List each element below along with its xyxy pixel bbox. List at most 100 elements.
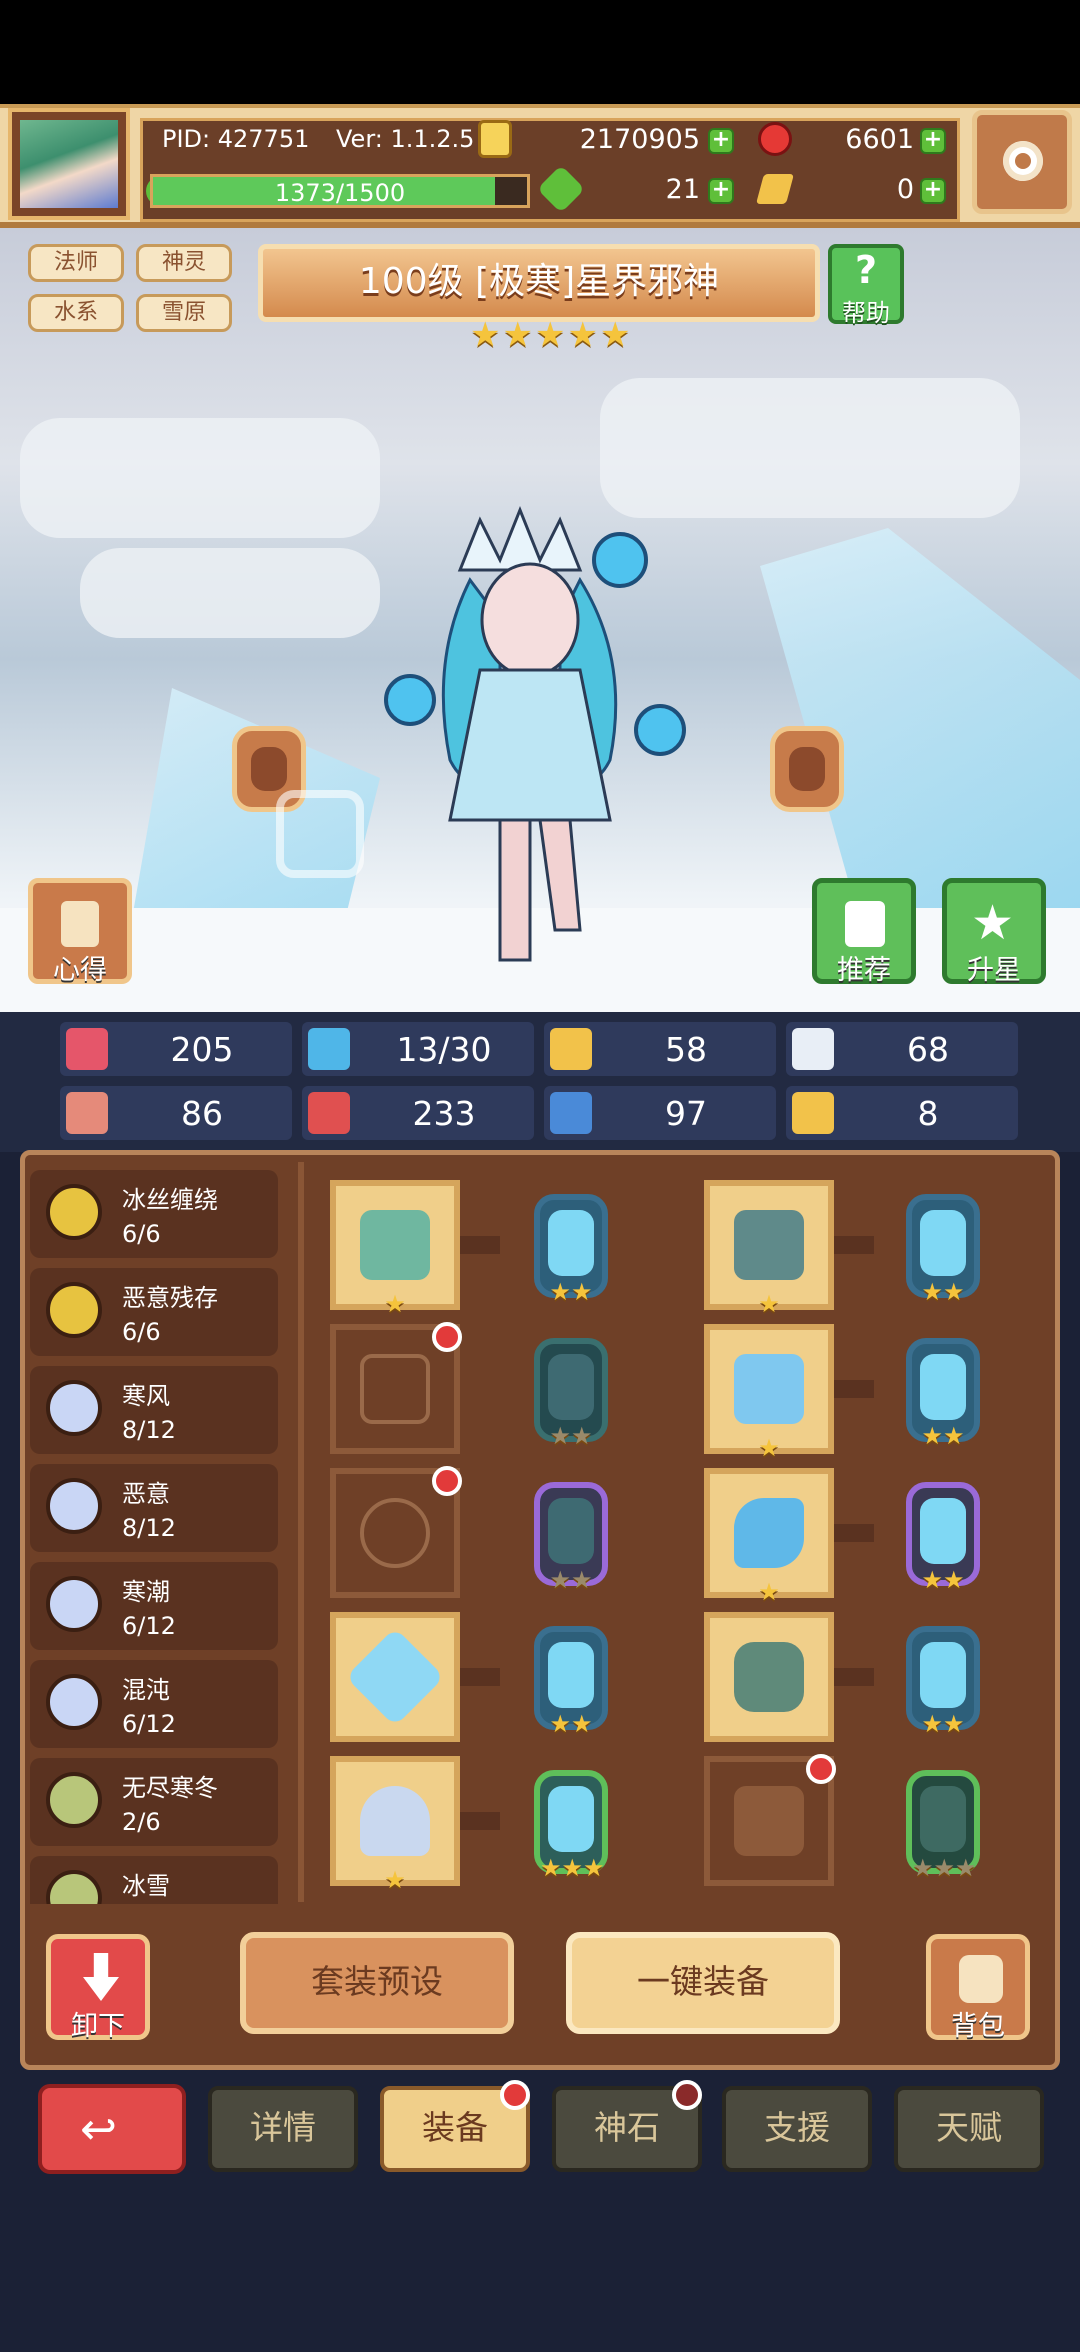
cloak-slot[interactable]: ★ xyxy=(704,1180,834,1318)
stat-defense: 58 xyxy=(544,1022,776,1076)
upstar-label: 升星 xyxy=(967,955,1021,986)
recommend-button[interactable]: 推荐 xyxy=(812,878,916,986)
ice-wave-icon xyxy=(734,1498,804,1568)
gear-icon xyxy=(1003,141,1043,181)
gem-slot[interactable]: ★★ xyxy=(906,1338,980,1450)
magnet-icon xyxy=(792,1092,834,1134)
settings-button[interactable] xyxy=(972,110,1072,214)
auto-equip-button[interactable]: 一键装备 xyxy=(566,1932,840,2034)
tag-class: 法师 xyxy=(28,244,124,282)
red-gem-icon xyxy=(758,122,792,156)
player-avatar[interactable] xyxy=(8,108,130,220)
set-row[interactable]: 无尽寒冬 2/6 xyxy=(30,1758,278,1846)
gem-slot[interactable]: ★★ xyxy=(906,1626,980,1738)
set-coin-icon xyxy=(46,1184,102,1240)
gem-slot[interactable]: ★★ xyxy=(906,1482,980,1594)
notification-dot xyxy=(672,2080,702,2110)
set-row[interactable]: 寒潮 6/12 xyxy=(30,1562,278,1650)
stat-attack: 86 xyxy=(60,1086,292,1140)
version-label: Ver: 1.1.2.5 xyxy=(336,125,475,153)
notification-dot xyxy=(432,1322,462,1352)
set-bonus-list[interactable]: 冰丝缠绕 6/6 恶意残存 6/6 寒风 8/12 恶意 8/12 寒潮 6/12 混沌 6… xyxy=(30,1162,282,1904)
set-coin-icon xyxy=(46,1870,102,1904)
boot-outline-icon xyxy=(734,1786,804,1856)
key-amount: 0 xyxy=(896,174,914,205)
ring-slot[interactable] xyxy=(330,1612,460,1742)
belt-slot[interactable] xyxy=(704,1612,834,1742)
xp-text: 1373/1500 xyxy=(274,179,406,207)
helmet-slot[interactable]: ★ xyxy=(330,1756,460,1894)
cloak-icon xyxy=(734,1210,804,1280)
star-icon: ★ xyxy=(534,315,566,355)
shield-outline-icon xyxy=(360,1354,430,1424)
gold-coin-icon xyxy=(478,120,512,158)
robe-icon xyxy=(734,1354,804,1424)
gem-slot[interactable]: ★★ xyxy=(534,1626,608,1738)
star-icon: ★ xyxy=(470,315,501,355)
robe-slot[interactable]: ★ xyxy=(704,1324,834,1462)
xinde-button[interactable]: 心得 xyxy=(28,878,132,986)
gem-slot[interactable]: ★★★ xyxy=(906,1770,980,1882)
clover-amount: 21 xyxy=(665,174,700,205)
backpack-icon xyxy=(959,1955,1003,2003)
set-row[interactable]: 混沌 6/12 xyxy=(30,1660,278,1748)
tag-race: 神灵 xyxy=(136,244,232,282)
set-row[interactable]: 恶意残存 6/6 xyxy=(30,1268,278,1356)
set-row[interactable]: 冰雪 xyxy=(30,1856,278,1904)
gem-slot[interactable]: ★★ xyxy=(534,1194,608,1306)
set-row[interactable]: 冰丝缠绕 6/6 xyxy=(30,1170,278,1258)
staff-icon xyxy=(360,1210,430,1280)
stat-mana: 13/30 xyxy=(302,1022,534,1076)
drop-icon xyxy=(308,1028,350,1070)
xinde-label: 心得 xyxy=(53,955,107,986)
gem-slot[interactable]: ★★ xyxy=(534,1482,608,1594)
add-clover-button[interactable]: + xyxy=(708,178,734,204)
hero-character[interactable] xyxy=(380,500,700,1000)
back-button[interactable]: ↩ xyxy=(38,2084,186,2174)
ice-crystal-icon xyxy=(345,1627,445,1727)
set-coin-icon xyxy=(46,1478,102,1534)
set-coin-icon xyxy=(46,1772,102,1828)
wing-icon xyxy=(792,1028,834,1070)
gem-slot[interactable]: ★★★ xyxy=(534,1770,608,1882)
add-key-button[interactable]: + xyxy=(920,178,946,204)
status-bar xyxy=(0,0,1080,104)
star-up-icon: ★ xyxy=(971,895,1015,951)
set-row[interactable]: 寒风 8/12 xyxy=(30,1366,278,1454)
add-gold-button[interactable]: + xyxy=(708,128,734,154)
stat-speed: 68 xyxy=(786,1022,1018,1076)
add-gem-button[interactable]: + xyxy=(920,128,946,154)
notification-dot xyxy=(806,1754,836,1784)
recommend-label: 推荐 xyxy=(837,955,891,986)
set-coin-icon xyxy=(46,1674,102,1730)
stat-magic: 233 xyxy=(302,1086,534,1140)
tab-details[interactable]: 详情 xyxy=(208,2086,358,2172)
upstar-button[interactable]: ★ 升星 xyxy=(942,878,1046,986)
hero-title: 100级 [极寒]星界邪神 xyxy=(258,244,820,322)
shield-icon xyxy=(550,1028,592,1070)
player-id: PID: 427751 xyxy=(162,125,310,153)
tab-talent[interactable]: 天赋 xyxy=(894,2086,1044,2172)
notification-dot xyxy=(500,2080,530,2110)
gem-slot[interactable]: ★★ xyxy=(534,1338,608,1450)
set-preset-button[interactable]: 套装预设 xyxy=(240,1932,514,2034)
set-row[interactable]: 恶意 8/12 xyxy=(30,1464,278,1552)
notification-dot xyxy=(432,1466,462,1496)
panel-divider xyxy=(298,1162,304,1902)
bag-button[interactable]: 背包 xyxy=(926,1934,1030,2042)
target-reticle-icon xyxy=(276,790,364,878)
glove-slot[interactable]: ★ xyxy=(704,1468,834,1606)
tab-support[interactable]: 支援 xyxy=(722,2086,872,2172)
star-icon: ★ xyxy=(567,315,598,355)
question-icon: ? xyxy=(854,248,878,292)
weapon-slot[interactable]: ★ xyxy=(330,1180,460,1318)
star-icon: ★ xyxy=(502,315,533,355)
scene-rune-slot-right[interactable] xyxy=(770,726,844,812)
hero-stars: ★ ★ ★ ★ ★ xyxy=(470,315,630,355)
arrow-down-icon xyxy=(83,1953,119,2001)
unequip-button[interactable]: 卸下 xyxy=(46,1934,150,2042)
stat-move: 97 xyxy=(544,1086,776,1140)
help-button[interactable]: ? 帮助 xyxy=(828,244,904,327)
gem-slot[interactable]: ★★ xyxy=(906,1194,980,1306)
set-coin-icon xyxy=(46,1380,102,1436)
